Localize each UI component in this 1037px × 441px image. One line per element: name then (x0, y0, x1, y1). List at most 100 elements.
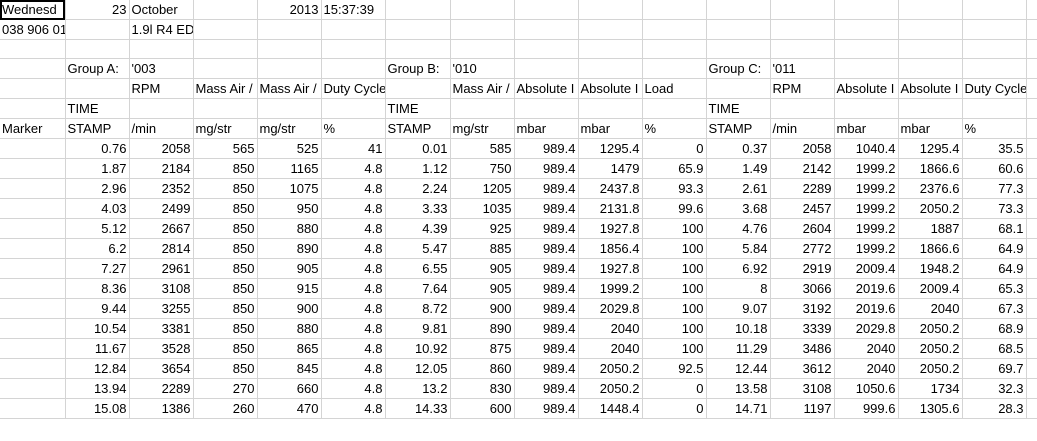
cell[interactable]: TIME (385, 98, 451, 119)
cell[interactable] (834, 39, 899, 59)
cell[interactable]: 0.76 (65, 138, 130, 159)
cell[interactable]: STAMP (706, 118, 771, 139)
cell[interactable]: 67.3 (962, 298, 1027, 319)
cell[interactable]: 2050.2 (578, 378, 643, 399)
cell[interactable]: 1035 (450, 198, 515, 219)
cell[interactable]: 69.7 (962, 358, 1027, 379)
cell[interactable]: 470 (257, 398, 322, 419)
cell[interactable] (129, 39, 194, 59)
cell[interactable]: 600 (450, 398, 515, 419)
cell[interactable]: 9.07 (706, 298, 771, 319)
cell[interactable]: 2009.4 (898, 278, 963, 299)
cell[interactable]: 1.9l R4 EDC G000SG 4890 (129, 19, 194, 40)
cell[interactable]: 900 (257, 298, 322, 319)
cell[interactable]: 10.92 (385, 338, 451, 359)
cell[interactable]: 13.2 (385, 378, 451, 399)
active-cell[interactable]: Wednesd (0, 0, 66, 20)
cell[interactable] (0, 238, 66, 259)
cell[interactable]: 270 (193, 378, 258, 399)
cell[interactable] (1026, 78, 1037, 99)
cell[interactable] (321, 39, 386, 59)
cell[interactable]: 3.68 (706, 198, 771, 219)
cell[interactable]: 3381 (129, 318, 194, 339)
cell[interactable]: 989.4 (514, 158, 579, 179)
cell[interactable]: 13.58 (706, 378, 771, 399)
cell[interactable] (770, 0, 835, 20)
cell[interactable]: 989.4 (514, 258, 579, 279)
cell[interactable]: 2.96 (65, 178, 130, 199)
cell[interactable] (578, 0, 643, 20)
cell[interactable]: 1856.4 (578, 238, 643, 259)
cell[interactable] (514, 98, 579, 119)
cell[interactable]: 830 (450, 378, 515, 399)
cell[interactable]: 850 (193, 278, 258, 299)
cell[interactable]: 4.8 (321, 278, 386, 299)
cell[interactable]: 1040.4 (834, 138, 899, 159)
cell[interactable] (1026, 138, 1037, 159)
cell[interactable]: 6.55 (385, 258, 451, 279)
cell[interactable]: 1.87 (65, 158, 130, 179)
cell[interactable]: 4.8 (321, 158, 386, 179)
cell[interactable]: 2919 (770, 258, 835, 279)
cell[interactable] (514, 39, 579, 59)
cell[interactable]: 100 (642, 278, 707, 299)
cell[interactable]: 925 (450, 218, 515, 239)
cell[interactable] (514, 58, 579, 79)
cell[interactable]: 4.03 (65, 198, 130, 219)
cell[interactable]: '010 (450, 58, 515, 79)
cell[interactable]: 35.5 (962, 138, 1027, 159)
cell[interactable]: 92.5 (642, 358, 707, 379)
cell[interactable]: 850 (193, 338, 258, 359)
cell[interactable]: 2009.4 (834, 258, 899, 279)
cell[interactable]: 1999.2 (834, 158, 899, 179)
cell[interactable] (385, 39, 451, 59)
cell[interactable]: 4.8 (321, 338, 386, 359)
cell[interactable]: 0.01 (385, 138, 451, 159)
cell[interactable] (962, 0, 1027, 20)
cell[interactable]: STAMP (65, 118, 130, 139)
cell[interactable]: /min (770, 118, 835, 139)
cell[interactable]: 2814 (129, 238, 194, 259)
cell[interactable]: 3255 (129, 298, 194, 319)
cell[interactable] (1026, 19, 1037, 40)
cell[interactable]: 77.3 (962, 178, 1027, 199)
cell[interactable]: 12.84 (65, 358, 130, 379)
cell[interactable]: 850 (193, 238, 258, 259)
cell[interactable]: mbar (514, 118, 579, 139)
cell[interactable]: 2029.8 (578, 298, 643, 319)
cell[interactable]: 525 (257, 138, 322, 159)
cell[interactable]: 2667 (129, 218, 194, 239)
cell[interactable]: 1165 (257, 158, 322, 179)
cell[interactable] (642, 39, 707, 59)
cell[interactable] (706, 19, 771, 40)
cell[interactable] (514, 19, 579, 40)
cell[interactable]: % (321, 118, 386, 139)
cell[interactable]: 905 (450, 258, 515, 279)
cell[interactable]: 2289 (129, 378, 194, 399)
cell[interactable]: 4.8 (321, 238, 386, 259)
cell[interactable]: % (962, 118, 1027, 139)
cell[interactable] (1026, 39, 1037, 59)
cell[interactable]: 100 (642, 318, 707, 339)
cell[interactable] (0, 398, 66, 419)
cell[interactable]: 038 906 012 HD (0, 19, 66, 40)
cell[interactable]: 1999.2 (834, 178, 899, 199)
cell[interactable]: 3654 (129, 358, 194, 379)
cell[interactable]: 850 (193, 158, 258, 179)
cell[interactable]: 4.8 (321, 398, 386, 419)
cell[interactable]: 2040 (578, 338, 643, 359)
cell[interactable]: Group B: (385, 58, 451, 79)
cell[interactable]: 2058 (129, 138, 194, 159)
cell[interactable]: 1305.6 (898, 398, 963, 419)
cell[interactable]: 989.4 (514, 358, 579, 379)
cell[interactable]: 989.4 (514, 378, 579, 399)
cell[interactable]: 14.71 (706, 398, 771, 419)
cell[interactable]: 2437.8 (578, 178, 643, 199)
cell[interactable]: 5.84 (706, 238, 771, 259)
cell[interactable]: 2019.6 (834, 278, 899, 299)
cell[interactable]: 4.8 (321, 358, 386, 379)
cell[interactable]: 890 (450, 318, 515, 339)
cell[interactable] (898, 0, 963, 20)
cell[interactable]: 850 (193, 318, 258, 339)
cell[interactable] (385, 19, 451, 40)
